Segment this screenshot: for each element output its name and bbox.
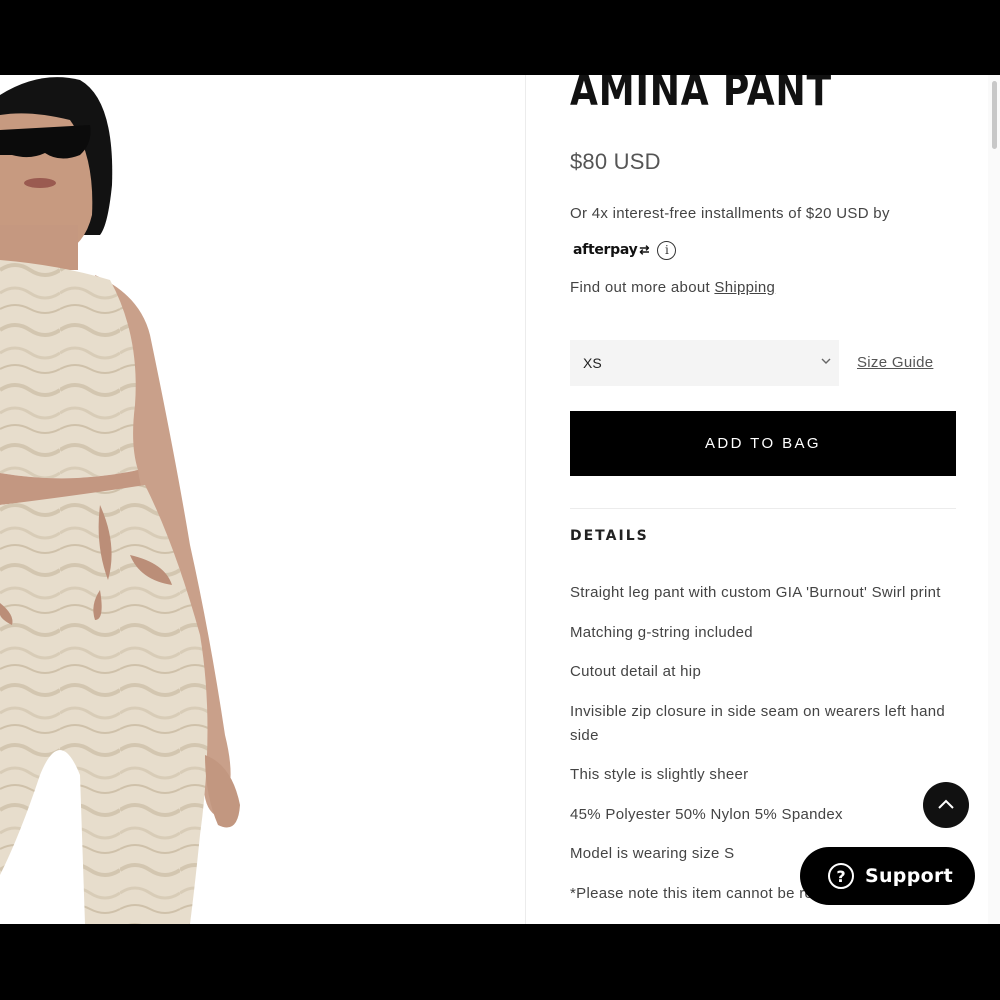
scrollbar-thumb[interactable] — [992, 81, 997, 149]
size-select-value: XS — [583, 355, 602, 371]
shipping-link[interactable]: Shipping — [714, 279, 775, 296]
section-divider — [570, 508, 956, 509]
support-label: Support — [865, 865, 954, 887]
product-info: AMINA PANT $80 USD Or 4x interest-free i… — [570, 75, 956, 924]
shipping-info: Find out more about Shipping — [570, 279, 775, 296]
scrollbar-track[interactable] — [988, 75, 1000, 924]
question-circle-icon: ? — [828, 863, 854, 889]
model-photo — [0, 77, 240, 924]
details-item: Cutout detail at hip — [570, 663, 702, 680]
details-item: Invisible zip closure in side seam on we… — [570, 702, 946, 744]
afterpay-row: afterpay ⇄ i — [573, 239, 677, 261]
installments-text: Or 4x interest-free installments of $20 … — [570, 205, 890, 222]
back-to-top-button[interactable] — [923, 782, 969, 828]
product-page: AMINA PANT $80 USD Or 4x interest-free i… — [0, 75, 1000, 924]
size-guide-link[interactable]: Size Guide — [857, 354, 933, 371]
details-heading[interactable]: DETAILS — [570, 528, 649, 544]
column-divider — [525, 75, 526, 924]
size-select[interactable]: XS — [570, 340, 839, 386]
info-icon[interactable]: i — [657, 240, 677, 260]
details-item: Straight leg pant with custom GIA 'Burno… — [570, 584, 941, 601]
shipping-prefix: Find out more about — [570, 279, 715, 296]
letterbox-top — [0, 0, 1000, 75]
details-item: Matching g-string included — [570, 623, 753, 641]
details-item: 45% Polyester 50% Nylon 5% Spandex — [570, 805, 843, 823]
letterbox-bottom — [0, 924, 1000, 1000]
product-title: AMINA PANT — [570, 75, 833, 116]
support-button[interactable]: ? Support — [800, 847, 975, 905]
product-price: $80 USD — [570, 149, 661, 174]
afterpay-arrows-icon: ⇄ — [639, 243, 650, 257]
afterpay-logo: afterpay — [573, 242, 638, 258]
add-to-bag-button[interactable]: ADD TO BAG — [570, 411, 956, 476]
chevron-down-icon — [821, 358, 831, 364]
product-image — [0, 75, 525, 924]
details-item: This style is slightly sheer — [570, 766, 749, 783]
chevron-up-icon — [938, 799, 954, 809]
